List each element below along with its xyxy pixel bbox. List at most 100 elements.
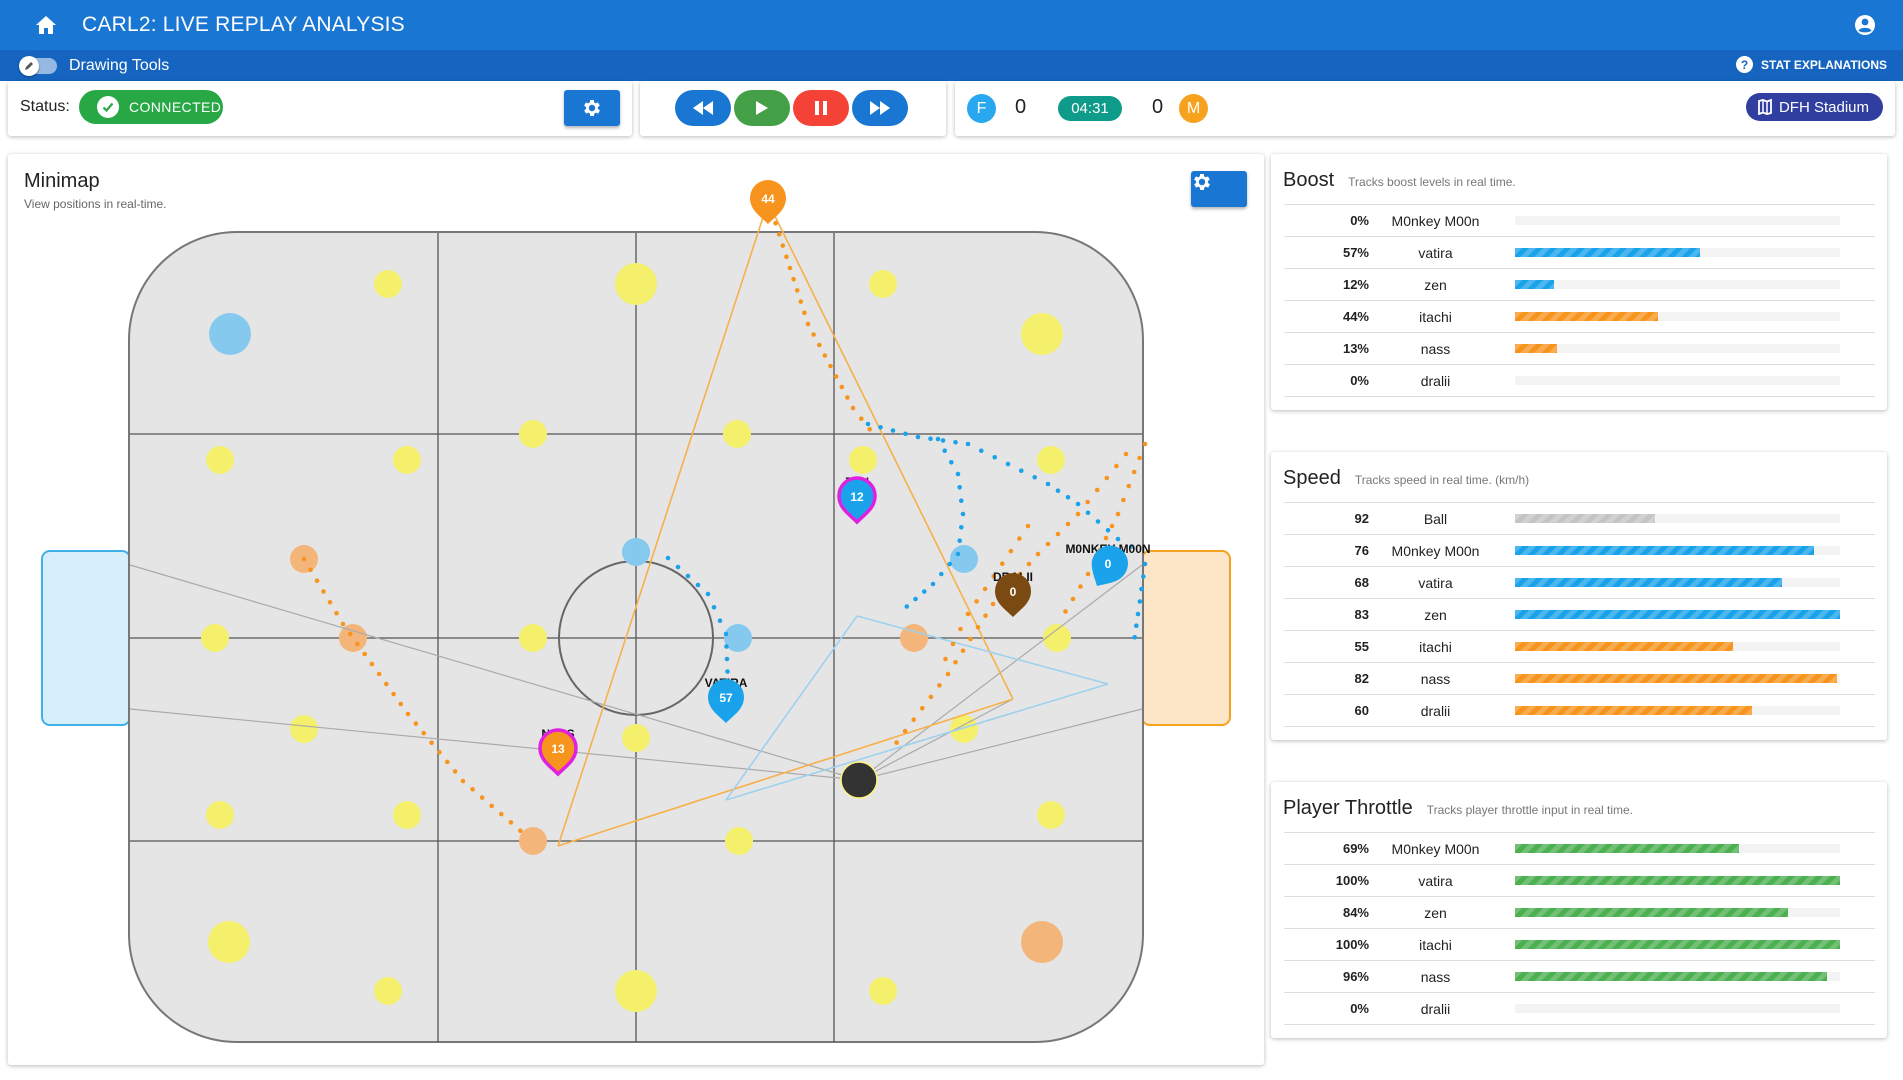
fast-forward-icon: [870, 101, 890, 115]
stat-bar-fill: [1515, 312, 1658, 321]
trail-dot: [811, 332, 816, 337]
home-icon[interactable]: [34, 13, 58, 37]
stat-bar-fill: [1515, 248, 1701, 257]
stat-bar-fill: [1515, 674, 1837, 683]
trail-dot: [1126, 483, 1132, 489]
trail-dot: [1017, 536, 1022, 541]
boost-heading: Boost: [1283, 169, 1335, 191]
fast-forward-button[interactable]: [852, 90, 908, 126]
drawing-tools-toggle[interactable]: [19, 55, 57, 76]
stat-value: 69%: [1342, 841, 1369, 856]
trail-dot: [1103, 535, 1109, 541]
pause-button[interactable]: [793, 90, 849, 126]
scoreboard: F 0 04:31 0 M DFH Stadium: [955, 81, 1895, 136]
stadium-button[interactable]: DFH Stadium: [1745, 93, 1883, 121]
stat-row: 0% dralii: [1284, 993, 1875, 1025]
stat-bar-fill: [1515, 344, 1558, 353]
trail-dot: [794, 288, 800, 293]
trail-dot: [437, 750, 442, 755]
trail-dot: [308, 567, 313, 573]
trail-dot: [518, 828, 523, 833]
trail-dot: [1104, 475, 1110, 481]
stat-value: 44%: [1342, 309, 1369, 324]
trail-dot: [334, 610, 339, 616]
team-left-badge: F: [967, 94, 996, 123]
trail-dot: [460, 778, 466, 784]
stat-value: 13%: [1342, 341, 1369, 356]
stat-value: 76: [1354, 543, 1369, 558]
trail-dot: [1137, 455, 1142, 461]
trail-dot: [1075, 501, 1081, 507]
account-icon[interactable]: [1853, 13, 1877, 37]
trail-dot: [960, 511, 966, 517]
pencil-icon: [19, 55, 39, 76]
trail-dot: [421, 730, 427, 736]
play-button[interactable]: [734, 90, 790, 126]
stat-bar-fill: [1515, 706, 1753, 715]
stat-bar-track: [1515, 344, 1840, 353]
trail-dot: [1135, 611, 1141, 617]
trail-dot: [1045, 481, 1051, 487]
stat-row: 55 itachi: [1284, 631, 1875, 663]
throttle-title: Player Throttle Tracks player throttle in…: [1283, 797, 1633, 820]
stat-bar-track: [1515, 876, 1840, 885]
throttle-panel: Player Throttle Tracks player throttle in…: [1271, 782, 1887, 1038]
stat-player-name: zen: [1424, 606, 1447, 623]
stat-row: 0% M0nkey M00n: [1284, 205, 1875, 237]
team-right-score: 0: [1152, 96, 1164, 118]
stat-bar-fill: [1515, 642, 1733, 651]
trail-dot: [957, 485, 962, 490]
gear-icon: [584, 100, 600, 116]
stat-bar-track: [1515, 706, 1840, 715]
trail-dot: [817, 342, 822, 348]
trail-dot: [943, 656, 948, 662]
trail-dot: [340, 621, 346, 627]
stat-bar-track: [1515, 940, 1840, 949]
stat-row: 44% itachi: [1284, 301, 1875, 333]
boost-table: 0% M0nkey M00n 57% vatira 12% zen 44% itachi 13%…: [1284, 204, 1875, 397]
stat-bar-track: [1515, 972, 1840, 981]
trail-dot: [911, 717, 916, 722]
stat-player-name: itachi: [1419, 936, 1452, 953]
trail-dot: [470, 787, 475, 792]
trail-dot: [398, 701, 404, 707]
stat-value: 84%: [1342, 905, 1369, 920]
connection-settings-button[interactable]: [564, 90, 620, 126]
trail-dot: [945, 671, 951, 677]
trail-dot: [957, 538, 962, 543]
rewind-icon: [693, 101, 713, 115]
trail-dot: [940, 438, 946, 443]
stat-value: 57%: [1342, 245, 1369, 260]
trail-dot: [1065, 521, 1071, 527]
trail-dot: [695, 582, 701, 588]
trail-dot: [723, 631, 729, 637]
trail-dot: [974, 599, 979, 604]
speed-subtitle: Tracks speed in real time. (km/h): [1354, 473, 1530, 487]
stat-bar-track: [1515, 376, 1840, 385]
stat-player-name: M0nkey M00n: [1391, 840, 1480, 857]
stat-bar-fill: [1515, 514, 1655, 523]
trail-dot: [839, 384, 845, 390]
stat-player-name: nass: [1420, 340, 1451, 357]
trail-dot: [1045, 541, 1051, 547]
rewind-button[interactable]: [675, 90, 731, 126]
blue-goal: [41, 550, 131, 726]
stat-value: 55: [1354, 639, 1369, 654]
stat-explanations-button[interactable]: ? STAT EXPLANATIONS: [1736, 56, 1887, 73]
boost-subtitle: Tracks boost levels in real time.: [1348, 175, 1516, 189]
trail-dot: [725, 669, 730, 674]
trail-dot: [773, 220, 778, 226]
game-clock: 04:31: [1058, 96, 1122, 121]
trail-dot: [1142, 441, 1148, 447]
stat-player-name: itachi: [1419, 308, 1452, 325]
trail-dot: [1094, 487, 1100, 493]
trail-dot: [1115, 511, 1121, 517]
stat-player-name: dralii: [1420, 1000, 1451, 1017]
trail-dot: [1085, 510, 1091, 516]
player-boost-label: 0: [1105, 557, 1112, 571]
stat-bar-track: [1515, 312, 1840, 321]
stat-bar-track: [1515, 280, 1840, 289]
stat-player-name: nass: [1420, 670, 1451, 687]
minimap-field: 44 ZEN 12 M0NKEY M00N 0 DRALII 0 VATIRA …: [41, 180, 1231, 1043]
trail-dot: [805, 321, 811, 327]
